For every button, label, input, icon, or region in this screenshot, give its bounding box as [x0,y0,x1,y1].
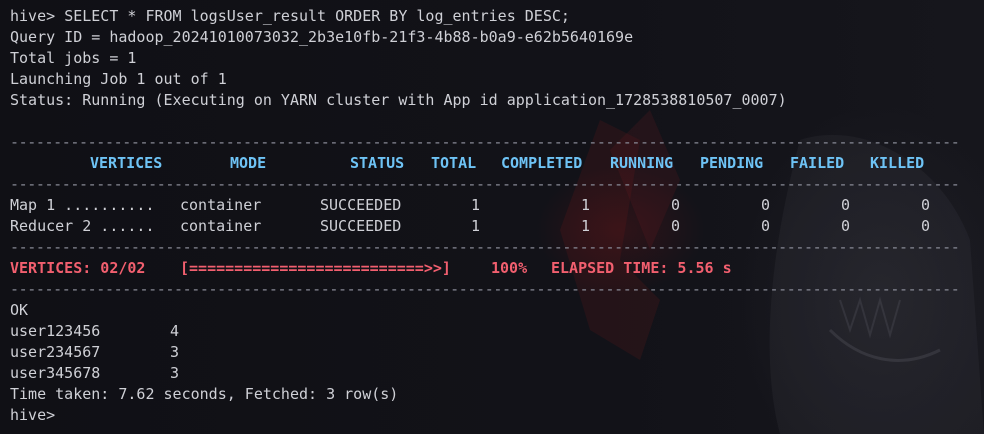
vertices-count: VERTICES: 02/02 [10,259,146,277]
prompt: hive> [10,406,56,424]
result-count: 3 [170,364,180,382]
table-row: Reducer 2 ...... container SUCCEEDED 1 1… [10,216,978,237]
result-row: user345678 3 [10,363,978,384]
command-line: hive> SELECT * FROM logsUser_result ORDE… [10,6,978,27]
total-jobs-line: Total jobs = 1 [10,49,137,67]
progress-bar: [==========================>>] [180,259,451,277]
result-user: user234567 [10,343,101,361]
result-count: 3 [170,343,180,361]
row-failed: 0 [841,217,851,235]
row-total: 1 [471,217,481,235]
header-killed: KILLED [870,154,925,172]
tez-table-header: VERTICES MODE STATUS TOTAL COMPLETED RUN… [10,153,978,174]
query-id-line: Query ID = hadoop_20241010073032_2b3e10f… [10,28,634,46]
header-failed: FAILED [790,154,845,172]
row-completed: 1 [581,196,591,214]
header-completed: COMPLETED [501,154,583,172]
row-mode: container [180,196,262,214]
row-completed: 1 [581,217,591,235]
header-running: RUNNING [610,154,674,172]
separator-header: ----------------------------------------… [10,175,960,193]
row-running: 0 [671,217,681,235]
row-status: SUCCEEDED [320,217,402,235]
separator-bottom: ----------------------------------------… [10,280,960,298]
launching-job-line: Launching Job 1 out of 1 [10,70,227,88]
header-status: STATUS [350,154,405,172]
row-mode: container [180,217,262,235]
separator-top: ----------------------------------------… [10,133,960,151]
elapsed-time: ELAPSED TIME: 5.56 s [551,259,732,277]
time-taken-line: Time taken: 7.62 seconds, Fetched: 3 row… [10,385,399,403]
separator-rows: ----------------------------------------… [10,238,960,256]
result-row: user123456 4 [10,321,978,342]
header-pending: PENDING [700,154,764,172]
ok-line: OK [10,301,29,319]
row-vertex: Reducer 2 ...... [10,217,155,235]
prompt-line[interactable]: hive> [10,405,978,426]
status-line: Status: Running (Executing on YARN clust… [10,91,787,109]
result-user: user345678 [10,364,101,382]
row-total: 1 [471,196,481,214]
row-running: 0 [671,196,681,214]
row-failed: 0 [841,196,851,214]
row-vertex: Map 1 .......... [10,196,155,214]
header-vertices: VERTICES [90,154,163,172]
progress-line: VERTICES: 02/02 [=======================… [10,258,978,279]
command-text: SELECT * FROM logsUser_result ORDER BY l… [64,7,570,25]
table-row: Map 1 .......... container SUCCEEDED 1 1… [10,195,978,216]
result-count: 4 [170,322,180,340]
prompt: hive> [10,7,56,25]
row-pending: 0 [761,196,771,214]
row-killed: 0 [921,217,931,235]
progress-percent: 100% [491,259,528,277]
terminal-window[interactable]: hive> SELECT * FROM logsUser_result ORDE… [0,0,984,434]
result-row: user234567 3 [10,342,978,363]
header-total: TOTAL [431,154,477,172]
row-pending: 0 [761,217,771,235]
row-killed: 0 [921,196,931,214]
row-status: SUCCEEDED [320,196,402,214]
header-mode: MODE [230,154,267,172]
result-user: user123456 [10,322,101,340]
